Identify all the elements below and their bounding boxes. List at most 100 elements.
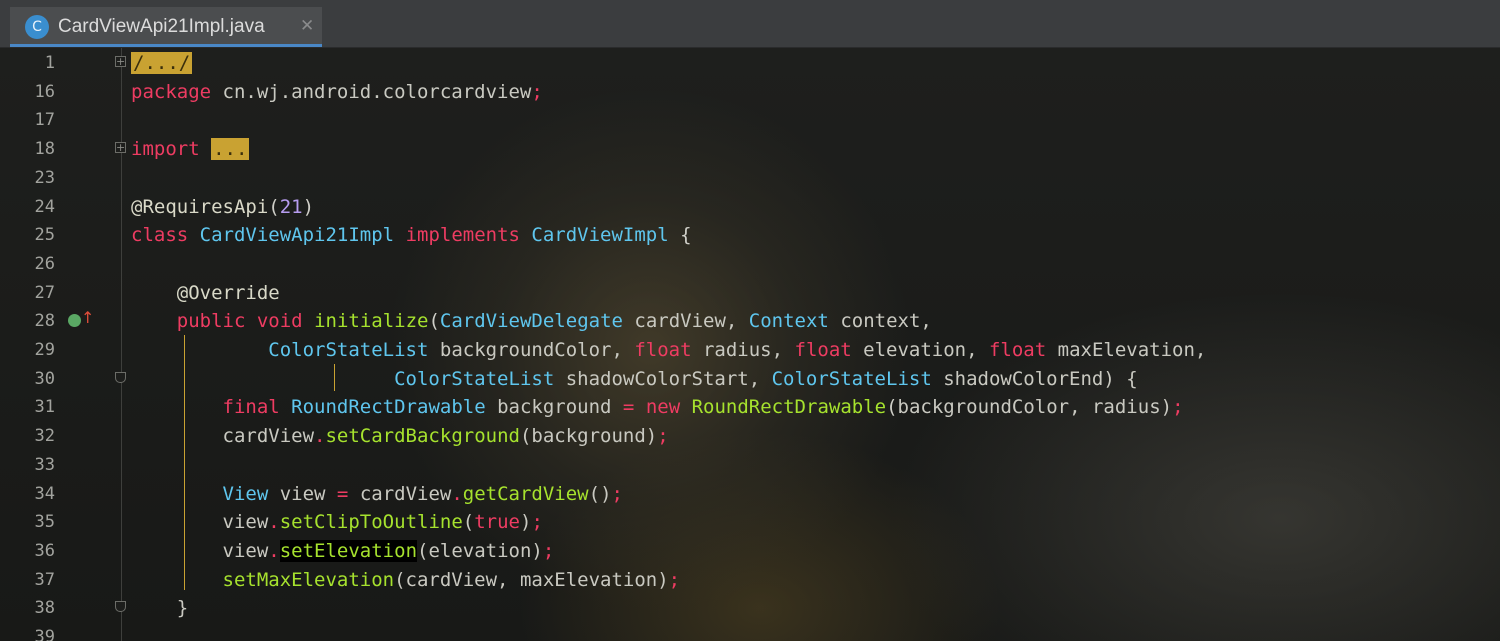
line-number[interactable]: 31 bbox=[0, 393, 55, 421]
fold-icon[interactable] bbox=[115, 601, 126, 613]
line-number[interactable]: 17 bbox=[0, 106, 55, 134]
line-number[interactable]: 35 bbox=[0, 508, 55, 536]
code-line[interactable]: 29 ColorStateList backgroundColor, float… bbox=[0, 336, 1500, 364]
code-text[interactable]: class CardViewApi21Impl implements CardV… bbox=[131, 221, 692, 249]
code-token: View bbox=[222, 482, 269, 505]
code-line[interactable]: 17 bbox=[0, 106, 1500, 134]
code-editor[interactable]: 1 + /.../ 16 package cn.wj.android.colorcard… bbox=[0, 48, 1500, 641]
code-token: ( bbox=[268, 195, 280, 218]
code-token: (background) bbox=[519, 425, 658, 448]
code-token: void bbox=[256, 310, 303, 333]
code-line[interactable]: 34 View view = cardView.getCardView(); bbox=[0, 480, 1500, 508]
code-text[interactable]: @Override bbox=[131, 279, 280, 307]
code-line[interactable]: 25 class CardViewApi21Impl implements Car… bbox=[0, 221, 1500, 249]
code-token: cardView bbox=[131, 425, 315, 448]
code-token: RoundRectDrawable bbox=[291, 396, 486, 419]
override-arrow-icon[interactable]: ↑ bbox=[81, 308, 94, 327]
code-text[interactable]: import ... bbox=[131, 135, 250, 163]
line-number[interactable]: 39 bbox=[0, 623, 55, 641]
line-number[interactable]: 24 bbox=[0, 193, 55, 221]
line-number[interactable]: 1 bbox=[0, 49, 55, 77]
line-number[interactable]: 28 bbox=[0, 307, 55, 335]
line-number[interactable]: 23 bbox=[0, 164, 55, 192]
code-token: new bbox=[645, 396, 681, 419]
code-token: setCardBackground bbox=[325, 425, 520, 448]
line-number[interactable]: 25 bbox=[0, 221, 55, 249]
code-line[interactable]: 18 + import ... bbox=[0, 135, 1500, 163]
code-token: CardViewApi21Impl bbox=[199, 224, 395, 247]
code-line[interactable]: 39 bbox=[0, 623, 1500, 641]
line-number[interactable]: 36 bbox=[0, 537, 55, 565]
code-line[interactable]: 24 @RequiresApi(21) bbox=[0, 193, 1500, 221]
code-token: setElevation bbox=[279, 539, 418, 562]
fold-icon[interactable] bbox=[115, 371, 126, 383]
code-token: ; bbox=[542, 539, 555, 562]
code-token: final bbox=[222, 396, 280, 419]
code-line[interactable]: 38 } bbox=[0, 594, 1500, 622]
code-line[interactable]: 37 setMaxElevation(cardView, maxElevatio… bbox=[0, 566, 1500, 594]
code-token: . bbox=[314, 425, 326, 448]
code-text[interactable]: /.../ bbox=[131, 49, 193, 77]
line-number[interactable]: 33 bbox=[0, 451, 55, 479]
code-line[interactable]: 33 bbox=[0, 451, 1500, 479]
folded-code-region[interactable]: ... bbox=[211, 138, 250, 161]
code-token: ; bbox=[668, 568, 681, 591]
code-token: cn.wj.android.colorcardview bbox=[211, 80, 532, 103]
line-number[interactable]: 29 bbox=[0, 336, 55, 364]
code-line[interactable]: 36 view.setElevation(elevation); bbox=[0, 537, 1500, 565]
code-token: CardViewDelegate bbox=[439, 310, 623, 333]
code-text[interactable]: package cn.wj.android.colorcardview; bbox=[131, 78, 543, 106]
line-number[interactable]: 18 bbox=[0, 135, 55, 163]
line-number[interactable]: 30 bbox=[0, 365, 55, 393]
folded-code-region[interactable]: /.../ bbox=[131, 52, 193, 74]
code-line[interactable]: 28 ↑ public void initialize(CardViewDeleg… bbox=[0, 307, 1500, 335]
code-text[interactable]: setMaxElevation(cardView, maxElevation); bbox=[131, 566, 681, 594]
code-text[interactable]: View view = cardView.getCardView(); bbox=[131, 480, 623, 508]
code-token: . bbox=[268, 539, 280, 562]
tab-cardviewapi21impl[interactable]: C CardViewApi21Impl.java ✕ bbox=[10, 7, 322, 47]
code-line[interactable]: 30 ColorStateList shadowColorStart, Colo… bbox=[0, 365, 1500, 393]
code-line[interactable]: 31 final RoundRectDrawable background = … bbox=[0, 393, 1500, 421]
override-method-icon[interactable] bbox=[68, 314, 81, 328]
line-number[interactable]: 37 bbox=[0, 566, 55, 594]
fold-icon[interactable]: + bbox=[115, 56, 126, 67]
code-token: implements bbox=[405, 224, 520, 247]
code-line[interactable]: 16 package cn.wj.android.colorcardview; bbox=[0, 78, 1500, 106]
code-text[interactable]: ColorStateList backgroundColor, float ra… bbox=[131, 336, 1206, 364]
code-text[interactable]: public void initialize(CardViewDelegate … bbox=[131, 307, 932, 335]
code-line[interactable]: 1 + /.../ bbox=[0, 49, 1500, 77]
code-text[interactable]: ColorStateList shadowColorStart, ColorSt… bbox=[131, 365, 1138, 393]
code-text[interactable]: view.setClipToOutline(true); bbox=[131, 508, 543, 536]
code-line[interactable]: 26 bbox=[0, 250, 1500, 278]
code-token: shadowColorStart, bbox=[554, 367, 772, 390]
code-token: view bbox=[131, 539, 269, 562]
code-token: Context bbox=[748, 310, 829, 333]
line-number[interactable]: 32 bbox=[0, 422, 55, 450]
code-text[interactable]: @RequiresApi(21) bbox=[131, 193, 314, 221]
code-token: (cardView, maxElevation) bbox=[394, 568, 669, 591]
code-text[interactable]: final RoundRectDrawable background = new… bbox=[131, 393, 1184, 421]
line-number[interactable]: 34 bbox=[0, 480, 55, 508]
line-number[interactable]: 27 bbox=[0, 279, 55, 307]
close-icon[interactable]: ✕ bbox=[300, 16, 314, 36]
code-token: (elevation) bbox=[417, 539, 543, 562]
code-token: ; bbox=[531, 80, 543, 103]
fold-icon[interactable]: + bbox=[115, 142, 126, 154]
code-token: @RequiresApi bbox=[131, 195, 269, 218]
line-number[interactable]: 26 bbox=[0, 250, 55, 278]
line-number[interactable]: 16 bbox=[0, 78, 55, 106]
code-text[interactable]: cardView.setCardBackground(background); bbox=[131, 422, 669, 450]
code-line[interactable]: 32 cardView.setCardBackground(background… bbox=[0, 422, 1500, 450]
code-line[interactable]: 23 bbox=[0, 164, 1500, 192]
java-class-icon: C bbox=[25, 15, 49, 39]
code-token: = bbox=[336, 482, 349, 505]
code-line[interactable]: 35 view.setClipToOutline(true); bbox=[0, 508, 1500, 536]
code-text[interactable]: } bbox=[131, 594, 188, 622]
code-line[interactable]: 27 @Override bbox=[0, 279, 1500, 307]
code-token: ColorStateList bbox=[394, 367, 555, 390]
line-number[interactable]: 38 bbox=[0, 594, 55, 622]
code-text[interactable]: view.setElevation(elevation); bbox=[131, 537, 554, 565]
